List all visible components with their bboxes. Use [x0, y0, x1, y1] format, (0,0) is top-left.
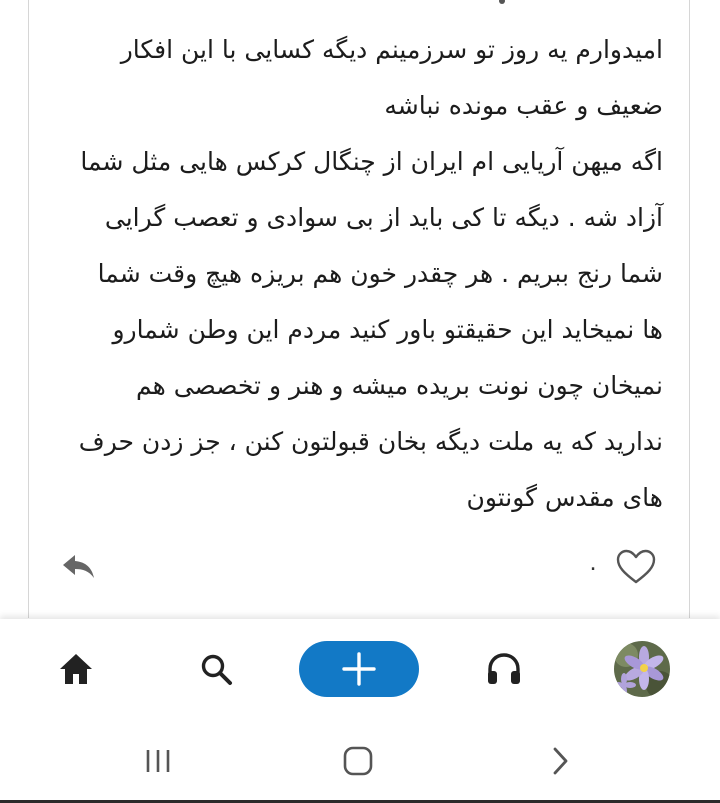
comment-line: نمیخان چون نونت بریده میشه و هنر و تخصصی… [135, 371, 663, 400]
avatar-image [614, 641, 670, 697]
reply-icon [63, 555, 94, 578]
home-icon [60, 654, 92, 684]
heart-icon [616, 549, 656, 584]
comment-line: امیدوارم یه روز تو سرزمینم دیگه کسایی با… [120, 35, 663, 64]
nav-search-button[interactable] [188, 641, 244, 697]
comment-line: ضعیف و عقب مونده نباشه [384, 91, 663, 120]
comment-line: های مقدس گونتون [466, 483, 663, 512]
comment-card: امیدوارم یه روز تو سرزمینم دیگه کسایی با… [28, 0, 690, 618]
recents-button[interactable] [136, 739, 180, 783]
like-button[interactable] [615, 548, 657, 586]
comment-line: آزاد شه . دیگه تا کی باید از بی سوادی و … [104, 203, 663, 232]
reply-button[interactable] [61, 552, 97, 582]
avatar [614, 641, 670, 697]
system-home-button[interactable] [336, 739, 380, 783]
like-count: ۰ [587, 556, 599, 581]
search-icon [201, 654, 232, 685]
comment-line: اگه میهن آریایی ام ایران از چنگال کرکس ه… [80, 147, 663, 176]
nav-profile-button[interactable] [614, 641, 670, 697]
system-nav-bar [0, 719, 720, 803]
recents-icon [146, 750, 170, 772]
card-top-marker [499, 0, 505, 4]
comment-line: ها نمیخاید این حقیقتو باور کنید مردم این… [112, 315, 663, 344]
bottom-nav-bar [0, 619, 720, 719]
comment-line: ندارید که یه ملت دیگه بخان قبولتون کنن ،… [78, 427, 663, 456]
home-icon [343, 746, 373, 776]
headphones-icon [488, 653, 520, 684]
add-button[interactable] [299, 641, 419, 697]
back-button[interactable] [538, 739, 582, 783]
add-icon [342, 652, 376, 686]
nav-audio-button[interactable] [476, 641, 532, 697]
back-icon [553, 747, 568, 775]
comment-line: شما رنج ببریم . هر چقدر خون هم بریزه هیچ… [97, 259, 663, 288]
screen: امیدوارم یه روز تو سرزمینم دیگه کسایی با… [0, 0, 720, 803]
nav-home-button[interactable] [48, 641, 104, 697]
comment-text: امیدوارم یه روز تو سرزمینم دیگه کسایی با… [59, 22, 663, 526]
comment-actions: ۰ [29, 548, 689, 598]
